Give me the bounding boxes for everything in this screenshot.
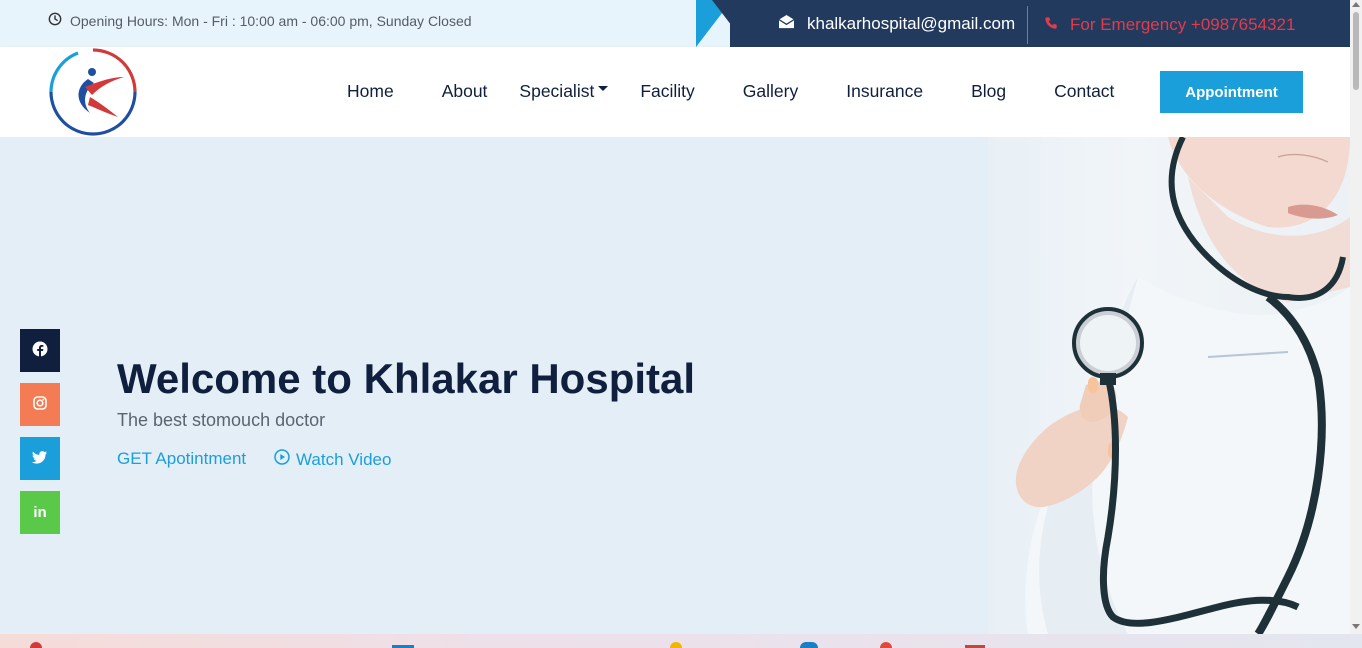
doctor-image (988, 137, 1350, 634)
nav-gallery[interactable]: Gallery (743, 81, 798, 102)
taskbar-app-icon[interactable] (670, 642, 682, 648)
twitter-icon (32, 449, 48, 469)
instagram-button[interactable] (20, 383, 60, 426)
play-circle-icon (274, 449, 290, 470)
nav-about[interactable]: About (442, 81, 488, 102)
emergency-phone-link[interactable]: For Emergency +0987654321 (1044, 15, 1295, 35)
envelope-icon (778, 14, 795, 34)
facebook-button[interactable] (20, 329, 60, 372)
nav-specialist[interactable]: Specialist (519, 81, 609, 102)
linkedin-button[interactable]: in (20, 491, 60, 534)
linkedin-icon: in (33, 504, 47, 521)
email-text: khalkarhospital@gmail.com (807, 14, 1016, 33)
taskbar-app-icon[interactable] (800, 642, 818, 648)
hospital-logo[interactable] (48, 47, 138, 137)
topbar-dark-stripe (712, 0, 748, 47)
scrollbar-thumb[interactable] (1353, 12, 1359, 90)
nav-home[interactable]: Home (347, 81, 394, 102)
nav-specialist-label: Specialist (519, 81, 595, 101)
topbar-divider (1027, 6, 1028, 44)
opening-hours: Opening Hours: Mon - Fri : 10:00 am - 06… (48, 12, 472, 29)
nav-insurance[interactable]: Insurance (846, 81, 923, 102)
os-taskbar (0, 634, 1362, 648)
top-bar: Opening Hours: Mon - Fri : 10:00 am - 06… (0, 0, 1350, 47)
email-link[interactable]: khalkarhospital@gmail.com (778, 14, 1015, 34)
twitter-button[interactable] (20, 437, 60, 480)
instagram-icon (32, 395, 48, 415)
watch-video-link[interactable]: Watch Video (274, 449, 391, 470)
social-sidebar: in (20, 329, 60, 545)
opening-hours-text: Opening Hours: Mon - Fri : 10:00 am - 06… (70, 12, 472, 29)
hero-section: Welcome to Khlakar Hospital The best sto… (0, 137, 1350, 634)
taskbar-app-icon[interactable] (30, 642, 42, 648)
nav-blog[interactable]: Blog (971, 81, 1006, 102)
phone-icon (1044, 15, 1058, 35)
get-appointment-link[interactable]: GET Apotintment (117, 449, 246, 469)
taskbar-app-icon[interactable] (880, 642, 892, 648)
chevron-down-icon (598, 86, 609, 91)
clock-icon (48, 12, 62, 29)
page-scrollbar[interactable] (1350, 0, 1362, 634)
hero-title: Welcome to Khlakar Hospital (117, 355, 696, 402)
nav-facility[interactable]: Facility (640, 81, 694, 102)
emergency-text: For Emergency +0987654321 (1070, 15, 1296, 34)
scroll-down-arrow-icon[interactable] (1352, 624, 1360, 629)
nav-contact[interactable]: Contact (1054, 81, 1114, 102)
scroll-up-arrow-icon[interactable] (1352, 2, 1360, 7)
appointment-button[interactable]: Appointment (1160, 71, 1303, 113)
watch-video-label: Watch Video (296, 449, 392, 469)
hero-subtitle: The best stomouch doctor (117, 410, 326, 430)
main-navbar: Home About Specialist Facility Gallery I… (0, 47, 1350, 137)
primary-nav: Home About Specialist Facility Gallery I… (347, 81, 1114, 102)
facebook-icon (32, 341, 48, 361)
